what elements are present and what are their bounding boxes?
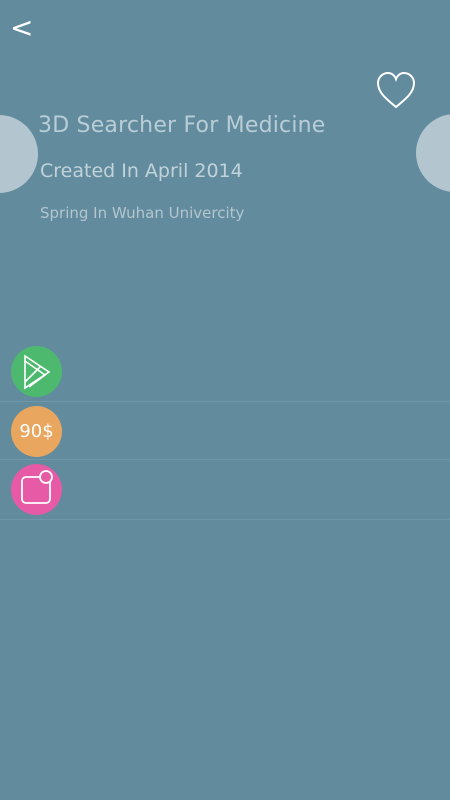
divider (0, 401, 450, 402)
back-button[interactable]: < (10, 12, 38, 44)
price-badge[interactable]: 90$ (11, 406, 62, 457)
action-row-play (0, 344, 450, 402)
next-item-handle[interactable] (416, 114, 450, 192)
app-title: 3D Searcher For Medicine (38, 113, 326, 138)
price-label: 90$ (19, 421, 54, 442)
action-row-price: 90$ (0, 404, 450, 462)
heart-icon[interactable] (375, 70, 417, 112)
created-date: Created In April 2014 (40, 160, 243, 182)
divider (0, 519, 450, 520)
play-icon[interactable] (11, 346, 62, 397)
divider (0, 459, 450, 460)
location-text: Spring In Wuhan Univercity (40, 204, 245, 222)
app-screen: < 3D Searcher For Medicine Created In Ap… (0, 0, 450, 800)
action-row-screen (0, 462, 450, 520)
screen-icon[interactable] (11, 464, 62, 515)
previous-item-handle[interactable] (0, 115, 38, 193)
